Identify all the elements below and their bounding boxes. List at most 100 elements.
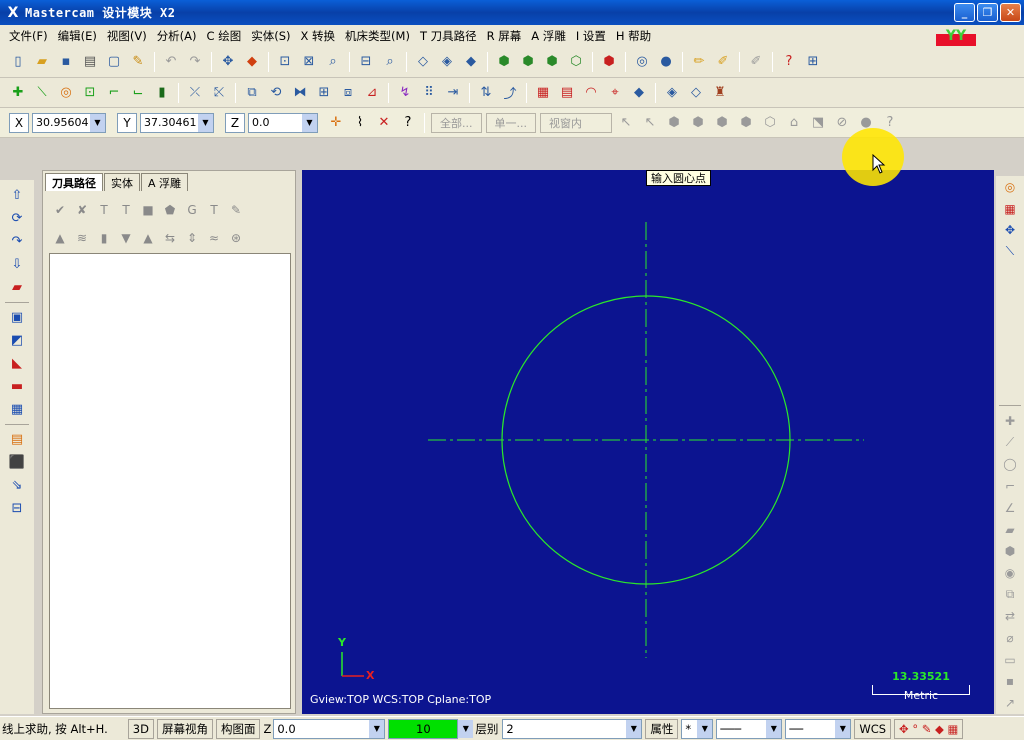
boolean-icon[interactable]: ◩ — [6, 331, 28, 351]
draft-icon[interactable]: ◣ — [6, 354, 28, 374]
z-coord-input[interactable]: 0.0 ▼ — [248, 112, 318, 133]
wireframe-icon[interactable]: ◇ — [413, 52, 433, 72]
thicken-icon[interactable]: ▦ — [6, 400, 28, 420]
corner-icon[interactable]: ⌐ — [1000, 477, 1020, 496]
y-coord-input[interactable]: 37.30461 ▼ — [140, 112, 214, 133]
lock-icon[interactable]: ▲ — [50, 228, 70, 248]
x-coord-button[interactable]: X — [9, 112, 29, 133]
cube-top-icon[interactable]: ⬢ — [518, 52, 538, 72]
fit-icon[interactable]: ⊡ — [275, 52, 295, 72]
trim-solid-icon[interactable]: ▬ — [6, 377, 28, 397]
select-single-button[interactable]: 单一... — [485, 112, 536, 133]
delete-ops-icon[interactable]: ✎ — [226, 200, 246, 220]
select-pointer-icon[interactable]: ↖ — [639, 112, 661, 134]
tab-toolpaths[interactable]: 刀具路径 — [45, 173, 103, 191]
mirror-icon[interactable]: ⧓ — [290, 83, 310, 103]
sketch-point-icon[interactable]: ⌇ — [349, 112, 371, 134]
chevron-down-icon[interactable]: ▼ — [835, 719, 851, 738]
sort-icon[interactable]: ⇅ — [476, 83, 496, 103]
menu-solids[interactable]: 实体(S) — [246, 28, 295, 44]
shadow-icon[interactable]: ▪ — [1000, 672, 1020, 691]
move-up-icon[interactable]: ▲ — [138, 228, 158, 248]
menu-screen[interactable]: R 屏幕 — [482, 28, 527, 44]
print-preview-icon[interactable]: ▢ — [104, 52, 124, 72]
drill-icon[interactable]: ↯ — [395, 83, 415, 103]
z-depth-input[interactable]: 0.0 ▼ — [273, 718, 386, 739]
selection-arrow-icon[interactable]: ↖ — [615, 112, 637, 134]
chevron-down-icon[interactable]: ▼ — [369, 719, 385, 738]
chevron-down-icon[interactable]: ▼ — [90, 113, 105, 132]
select-dirty-ops-icon[interactable]: ✘ — [72, 200, 92, 220]
z-coord-button[interactable]: Z — [225, 112, 245, 133]
translate-icon[interactable]: ⧉ — [242, 83, 262, 103]
window-mode-select[interactable]: 视窗内 — [540, 112, 612, 133]
globe-icon[interactable]: ◎ — [632, 52, 652, 72]
move-icon[interactable]: ✥ — [1000, 221, 1020, 240]
select-cube-icon[interactable]: ⬡ — [759, 112, 781, 134]
tab-art[interactable]: A 浮雕 — [141, 173, 189, 191]
create-rectangle-icon[interactable]: ⊡ — [80, 83, 100, 103]
chevron-down-icon[interactable]: ▼ — [458, 719, 474, 738]
cube-side-icon[interactable]: ⬡ — [566, 52, 586, 72]
box-icon[interactable]: ▭ — [1000, 650, 1020, 669]
hidden-line-icon[interactable]: ◈ — [437, 52, 457, 72]
grid-icon[interactable]: ▦ — [533, 83, 553, 103]
menu-machine-type[interactable]: 机床类型(M) — [340, 28, 415, 44]
brush-icon[interactable]: ✎ — [128, 52, 148, 72]
mode-3d-button[interactable]: 3D — [127, 718, 154, 739]
select-chain-icon[interactable]: ⌂ — [783, 112, 805, 134]
curve-icon[interactable]: ◠ — [581, 83, 601, 103]
select-all-button[interactable]: 全部... — [431, 112, 482, 133]
help-icon[interactable]: ? — [397, 112, 419, 134]
solid-manager-icon[interactable]: ⊟ — [6, 499, 28, 519]
screen-view-button[interactable]: 屏幕视角 — [156, 718, 213, 739]
create-line-icon[interactable]: ⟍ — [32, 83, 52, 103]
select-edge-icon[interactable]: ⬢ — [735, 112, 757, 134]
trim-icon[interactable]: ⤫ — [185, 83, 205, 103]
pencil-icon[interactable]: ✏ — [689, 52, 709, 72]
high-feed-icon[interactable]: T — [204, 200, 224, 220]
graphics-viewport[interactable]: Y X Gview:TOP WCS:TOP Cplane:TOP 13.3352… — [302, 170, 994, 714]
wcs-button[interactable]: WCS — [854, 718, 892, 739]
menu-toolpaths[interactable]: T 刀具路径 — [415, 28, 482, 44]
array-icon[interactable]: ⠿ — [419, 83, 439, 103]
menu-help[interactable]: H 帮助 — [611, 28, 656, 44]
move-down-icon[interactable]: ▼ — [116, 228, 136, 248]
toggle-display-icon[interactable]: ≋ — [72, 228, 92, 248]
menu-edit[interactable]: 编辑(E) — [53, 28, 102, 44]
y-coord-button[interactable]: Y — [117, 112, 137, 133]
expand-icon[interactable]: ≈ — [204, 228, 224, 248]
solid-edit-icon[interactable]: ◇ — [686, 83, 706, 103]
project-icon[interactable]: ⊿ — [362, 83, 382, 103]
regenerate-dirty-icon[interactable]: T — [116, 200, 136, 220]
fillet-icon[interactable]: ⌐ — [104, 83, 124, 103]
cube-iso-icon[interactable]: ⬢ — [494, 52, 514, 72]
chevron-down-icon[interactable]: ▼ — [198, 113, 213, 132]
undo-icon[interactable]: ↶ — [161, 52, 181, 72]
zoom-out-icon[interactable]: ⌕ — [380, 52, 400, 72]
fast-point-icon[interactable]: ✛ — [325, 112, 347, 134]
level-selector[interactable]: 2 ▼ — [502, 718, 643, 739]
select-solid-icon[interactable]: ⬢ — [663, 112, 685, 134]
attributes-button[interactable]: 属性 — [645, 718, 679, 739]
dimension-icon[interactable]: ⌖ — [605, 83, 625, 103]
pan-icon[interactable]: ✥ — [218, 52, 238, 72]
chevron-down-icon[interactable]: ▼ — [302, 113, 317, 132]
select-verify-icon[interactable]: ⬔ — [807, 112, 829, 134]
redo-icon[interactable]: ↷ — [185, 52, 205, 72]
solid-icon[interactable]: ◈ — [662, 83, 682, 103]
cleanup-icon[interactable]: ♜ — [710, 83, 730, 103]
construction-plane-button[interactable]: 构图面 — [215, 718, 261, 739]
loft-icon[interactable]: ⇩ — [6, 255, 28, 275]
regenerate-all-icon[interactable]: T — [94, 200, 114, 220]
stretch-icon[interactable]: ⇥ — [443, 83, 463, 103]
point-style-selector[interactable]: * ▼ — [681, 718, 714, 739]
menu-view[interactable]: 视图(V) — [102, 28, 152, 44]
sweep-icon[interactable]: ↷ — [6, 232, 28, 252]
menu-settings[interactable]: I 设置 — [571, 28, 611, 44]
chamfer-icon[interactable]: ⌙ — [128, 83, 148, 103]
chevron-down-icon[interactable]: ▼ — [766, 719, 782, 738]
minimize-button[interactable]: _ — [954, 3, 975, 22]
plus-icon[interactable]: ✚ — [1000, 412, 1020, 431]
offset-icon[interactable]: ⧈ — [338, 83, 358, 103]
